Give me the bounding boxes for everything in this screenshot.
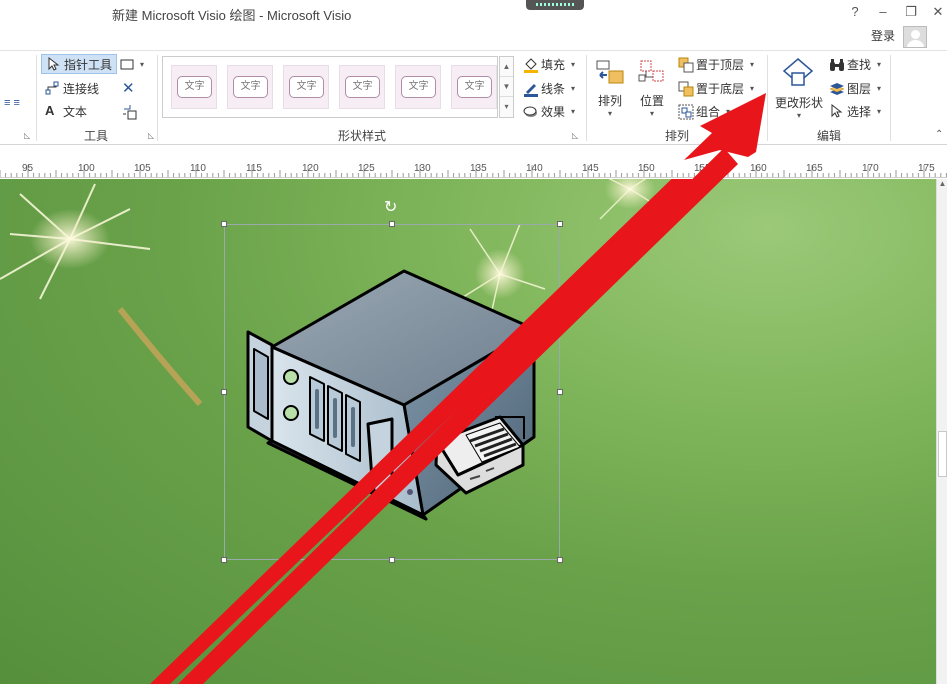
red-arrow-head <box>178 93 766 684</box>
scroll-up-arrow-icon[interactable]: ▲ <box>937 179 947 188</box>
vertical-scrollbar[interactable]: ▲ <box>936 179 947 684</box>
scrollbar-thumb[interactable] <box>938 431 947 477</box>
